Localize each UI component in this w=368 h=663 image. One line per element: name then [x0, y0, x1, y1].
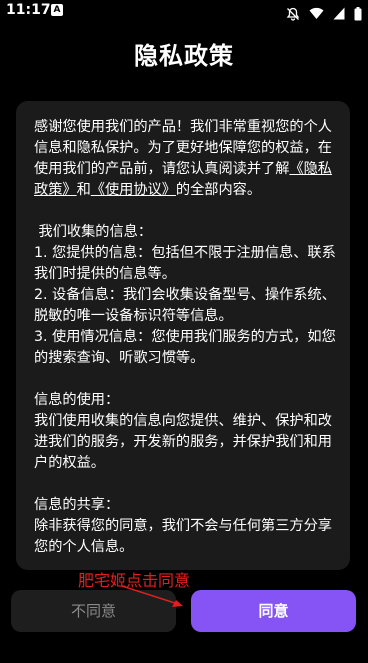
policy-intro: 感谢您使用我们的产品！我们非常重视您的个人信息和隐私保护。为了更好地保障您的权益… — [34, 117, 336, 201]
battery-icon — [354, 6, 362, 20]
share-body: 除非获得您的同意，我们不会与任何第三方分享您的个人信息。 — [34, 518, 332, 555]
policy-card[interactable]: 感谢您使用我们的产品！我们非常重视您的个人信息和隐私保护。为了更好地保障您的权益… — [16, 101, 350, 570]
status-time: 11:17 — [6, 2, 51, 18]
status-icons — [282, 3, 362, 21]
page-title: 隐私政策 — [134, 42, 234, 70]
notification-icon: A — [51, 4, 63, 16]
policy-scroll-area[interactable]: 感谢您使用我们的产品！我们非常重视您的个人信息和隐私保护。为了更好地保障您的权益… — [34, 117, 336, 570]
collect-item-3: 3. 使用情况信息：您使用我们服务的方式，如您的搜索查询、听歌习惯等。 — [34, 329, 336, 366]
collect-item-1: 1. 您提供的信息：包括但不限于注册信息、联系我们时提供的信息等。 — [34, 245, 336, 282]
policy-intro-prefix: 感谢您使用我们的产品！我们非常重视您的个人信息和隐私保护。为了更好地保障您的权益… — [34, 119, 332, 177]
mute-bell-icon — [286, 7, 300, 21]
signal-icon — [333, 7, 345, 20]
status-bar: 11:17 A — [0, 0, 368, 22]
collect-item-2: 2. 设备信息：我们会收集设备型号、操作系统、脱敏的唯一设备标识符等信息。 — [34, 287, 336, 324]
wifi-icon — [309, 7, 324, 19]
collect-heading: 我们收集的信息： — [34, 224, 153, 240]
use-heading: 信息的使用： — [34, 392, 120, 408]
annotation-arrow-icon — [121, 585, 183, 607]
share-heading: 信息的共享： — [34, 497, 120, 513]
use-body: 我们使用收集的信息向您提供、维护、保护和改进我们的服务，开发新的服务，并保护我们… — [34, 413, 332, 471]
policy-intro-suffix: 的全部内容。 — [175, 182, 262, 198]
terms-of-use-link[interactable]: 《使用协议》 — [91, 182, 176, 198]
agree-button[interactable]: 同意 — [191, 590, 356, 632]
policy-and: 和 — [76, 182, 91, 198]
